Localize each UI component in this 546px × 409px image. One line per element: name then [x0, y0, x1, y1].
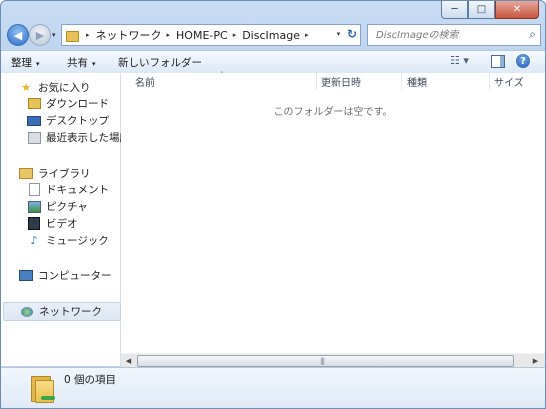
- network-folder-icon: [65, 28, 79, 42]
- organize-label: 整理: [11, 57, 32, 69]
- breadcrumb-separator[interactable]: ▸: [167, 31, 171, 39]
- breadcrumb-discimage-label[interactable]: DiscImage: [242, 29, 300, 42]
- minimize-button[interactable]: ─: [441, 1, 468, 19]
- computer-icon: [19, 269, 33, 283]
- nav-item-computer[interactable]: コンピューター: [19, 267, 137, 284]
- scroll-right-button[interactable]: ▶: [529, 354, 542, 367]
- video-icon: [27, 217, 41, 231]
- breadcrumb-network-label[interactable]: ネットワーク: [96, 27, 162, 43]
- column-header-type[interactable]: 種類: [403, 73, 487, 90]
- preview-pane-icon[interactable]: [491, 55, 505, 68]
- address-bar[interactable]: ▸ ネットワーク ▸ HOME-PC ▸ DiscImage ▸: [61, 24, 361, 46]
- nav-item-documents-label: ドキュメント: [46, 184, 109, 196]
- search-box[interactable]: ⌕: [367, 24, 541, 46]
- organize-button[interactable]: 整理 ▾: [11, 55, 40, 70]
- refresh-icon[interactable]: ↻: [343, 25, 361, 43]
- breadcrumb-separator[interactable]: ▸: [305, 31, 309, 39]
- nav-item-desktop-label: デスクトップ: [46, 115, 109, 127]
- scrollbar-grip-icon: |||: [320, 357, 325, 365]
- navigation-pane: ★ お気に入り ダウンロード デスクトップ 最近表示した場所 ライブラリ ドキュ…: [1, 73, 130, 366]
- breadcrumb-discimage[interactable]: DiscImage ▸: [242, 29, 314, 42]
- new-folder-button[interactable]: 新しいフォルダー: [118, 55, 202, 70]
- picture-icon: [27, 200, 41, 214]
- details-pane: 0 個の項目: [1, 367, 545, 408]
- nav-item-downloads-label: ダウンロード: [46, 98, 109, 110]
- favorites-label: お気に入り: [38, 82, 91, 94]
- document-icon: [27, 183, 41, 197]
- favorites-group[interactable]: ★ お気に入り: [19, 79, 137, 96]
- library-icon: [19, 167, 33, 181]
- close-button[interactable]: ✕: [495, 1, 539, 19]
- share-label: 共有: [67, 57, 88, 69]
- network-folder-icon: [29, 374, 55, 404]
- scroll-left-button[interactable]: ◀: [122, 354, 135, 367]
- nav-item-network-label: ネットワーク: [39, 306, 102, 318]
- maximize-button[interactable]: □: [468, 1, 495, 19]
- recent-places-icon: [27, 131, 41, 145]
- nav-item-recent-places-label: 最近表示した場所: [46, 132, 130, 144]
- star-icon: ★: [21, 81, 31, 94]
- explorer-window: ─ □ ✕ ◀ ▶ ▾ ▸ ネットワーク ▸ HOME-PC ▸ DiscIma…: [0, 0, 546, 409]
- search-input[interactable]: [374, 28, 518, 42]
- breadcrumb-separator[interactable]: ▸: [233, 31, 237, 39]
- libraries-group[interactable]: ライブラリ: [19, 165, 137, 182]
- share-button[interactable]: 共有 ▾: [67, 55, 96, 70]
- nav-item-videos-label: ビデオ: [46, 218, 78, 230]
- sort-ascending-icon: ˄: [220, 71, 224, 79]
- chevron-down-icon: ▾: [92, 60, 96, 68]
- nav-item-network[interactable]: ネットワーク: [3, 302, 121, 321]
- column-header-size[interactable]: サイズ: [490, 73, 544, 90]
- horizontal-scrollbar[interactable]: ◀ ||| ▶: [121, 353, 545, 367]
- navigation-bar: ◀ ▶ ▾ ▸ ネットワーク ▸ HOME-PC ▸ DiscImage ▸ ▾…: [5, 23, 541, 47]
- chevron-down-icon: ▾: [36, 60, 40, 68]
- caption-buttons: ─ □ ✕: [441, 1, 539, 19]
- nav-item-music-label: ミュージック: [46, 235, 109, 247]
- column-header-modified[interactable]: 更新日時: [317, 73, 403, 90]
- command-bar: 整理 ▾ 共有 ▾ 新しいフォルダー ☷ ▾ ?: [1, 50, 545, 74]
- recent-pages-dropdown[interactable]: ▾: [52, 31, 56, 39]
- libraries-label: ライブラリ: [38, 168, 91, 180]
- breadcrumb-network[interactable]: ネットワーク ▸: [96, 27, 177, 43]
- music-note-icon: ♪: [30, 234, 38, 247]
- breadcrumb-home-pc[interactable]: HOME-PC ▸: [176, 29, 242, 42]
- network-icon: [20, 305, 34, 319]
- scrollbar-thumb[interactable]: |||: [137, 355, 514, 367]
- help-icon[interactable]: ?: [516, 54, 530, 68]
- breadcrumb-root: ▸: [83, 31, 96, 39]
- breadcrumb-separator[interactable]: ▸: [86, 31, 90, 39]
- change-view-button[interactable]: ☷ ▾: [450, 54, 469, 67]
- nav-item-computer-label: コンピューター: [38, 270, 112, 282]
- breadcrumb-home-pc-label[interactable]: HOME-PC: [176, 29, 228, 42]
- back-button[interactable]: ◀: [7, 24, 29, 46]
- desktop-icon: [27, 114, 41, 128]
- empty-folder-message: このフォルダーは空です。: [273, 107, 393, 118]
- item-count: 0 個の項目: [64, 374, 117, 386]
- download-folder-icon: [27, 97, 41, 111]
- search-icon[interactable]: ⌕: [529, 27, 536, 42]
- column-divider[interactable]: [401, 73, 402, 90]
- back-forward-group: ◀ ▶ ▾: [5, 23, 61, 47]
- forward-button[interactable]: ▶: [29, 24, 51, 46]
- file-list[interactable]: 名前 ˄ 更新日時 種類 サイズ このフォルダーは空です。: [121, 71, 545, 353]
- nav-item-pictures-label: ピクチャ: [46, 201, 88, 213]
